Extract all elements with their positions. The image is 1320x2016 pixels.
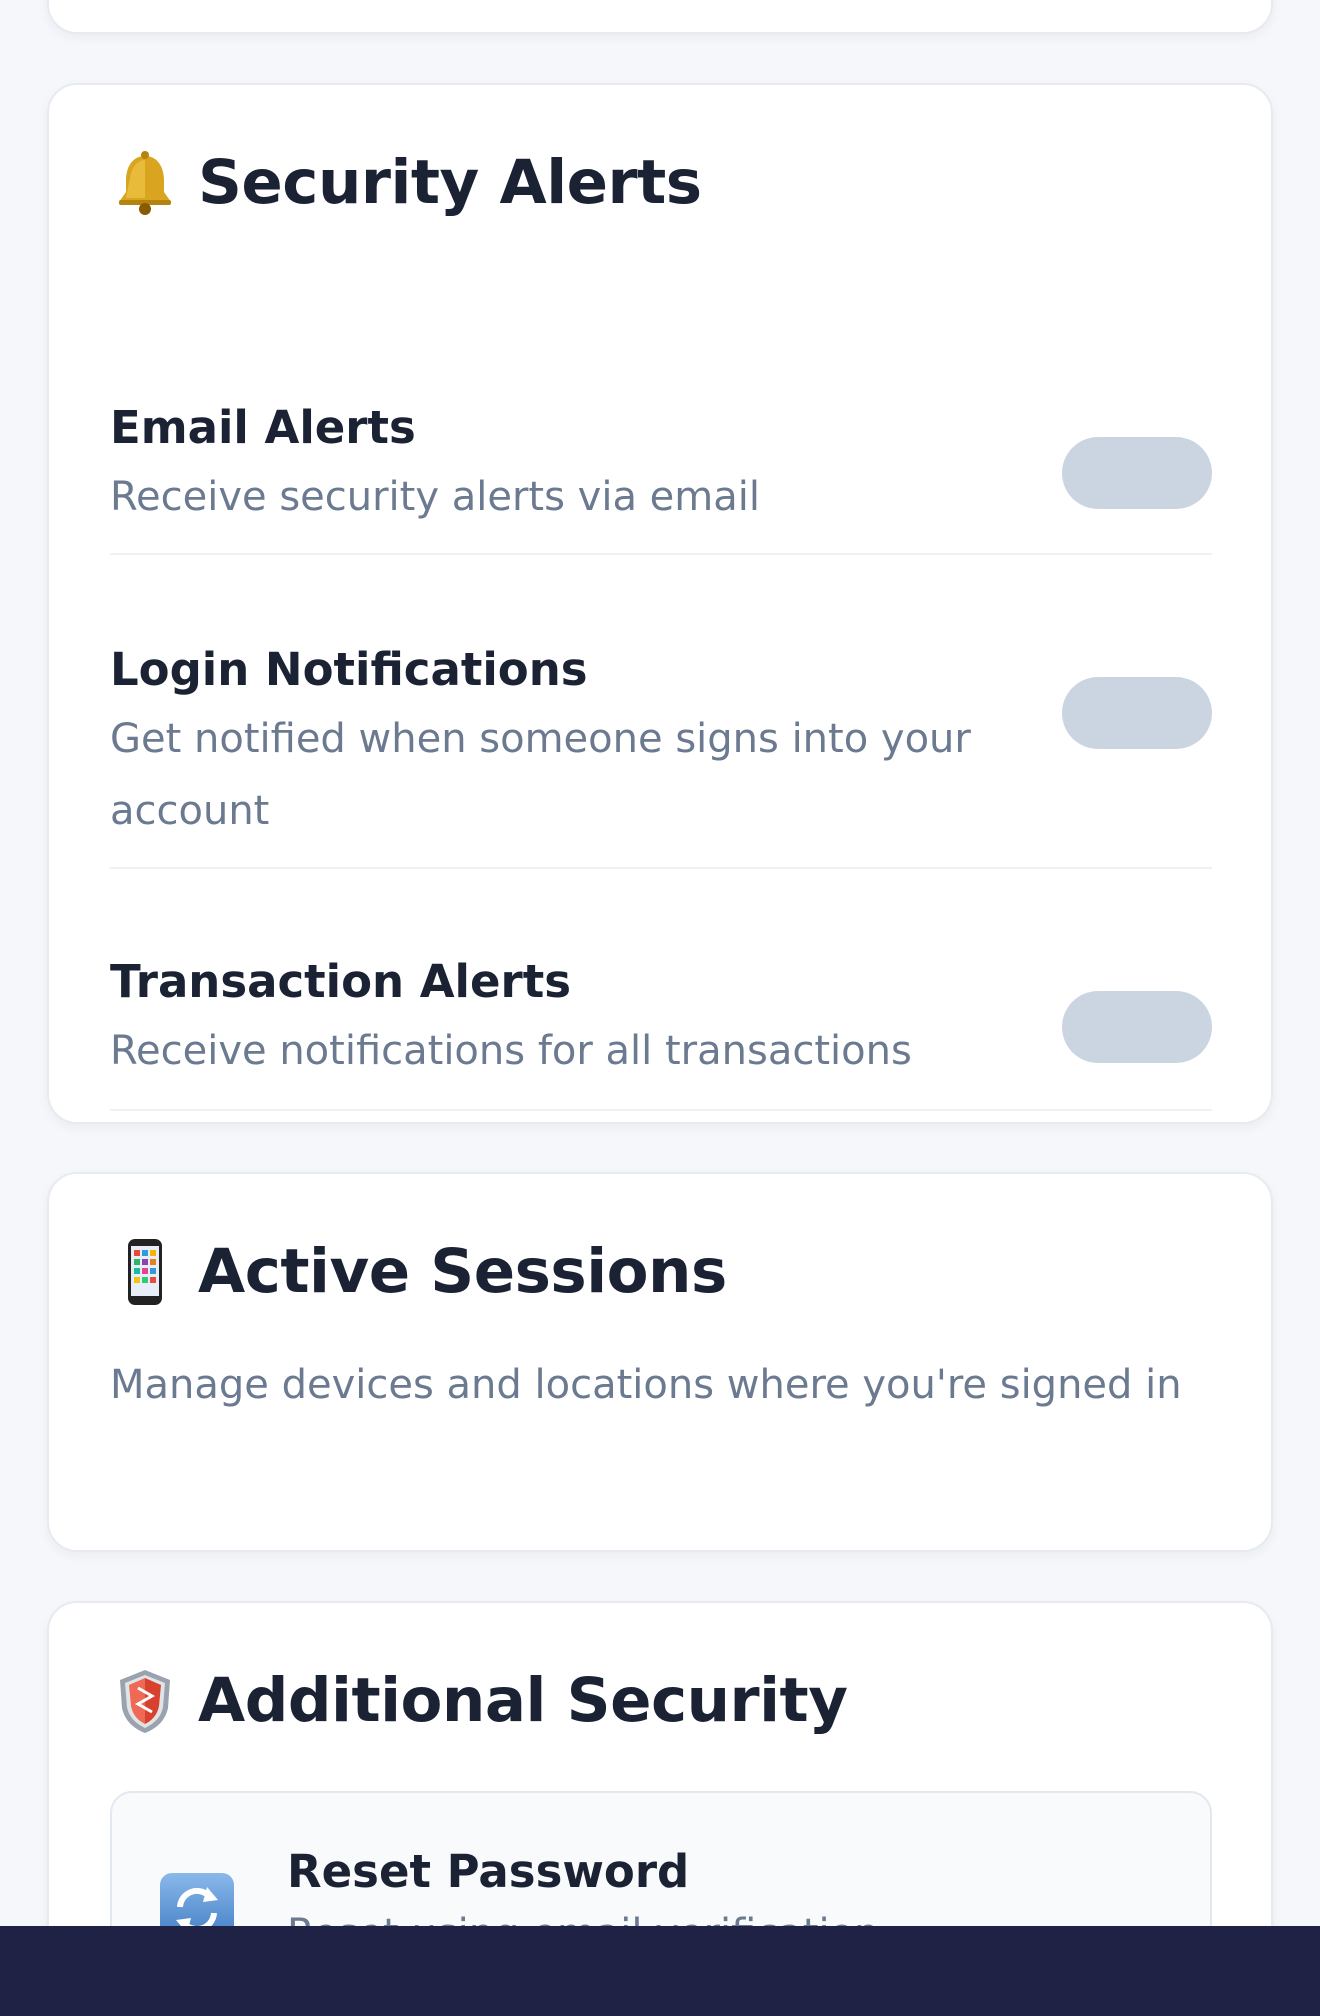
section-title-text: Additional Security xyxy=(198,1665,848,1736)
previous-card xyxy=(47,0,1273,34)
section-title-text: Security Alerts xyxy=(198,147,702,218)
email-alerts-toggle[interactable] xyxy=(1062,437,1212,509)
transaction-alerts-toggle[interactable] xyxy=(1062,991,1212,1063)
bell-icon xyxy=(119,150,171,215)
setting-label: Transaction Alerts xyxy=(110,955,571,1008)
active-sessions-title: Active Sessions xyxy=(110,1236,727,1307)
setting-label: Email Alerts xyxy=(110,401,416,454)
bottom-navigation-bar xyxy=(0,1926,1320,2016)
setting-description: Receive security alerts via email xyxy=(110,474,760,520)
shield-icon xyxy=(120,1669,170,1733)
mobile-phone-icon xyxy=(128,1238,162,1305)
setting-email-alerts: Email Alerts Receive security alerts via… xyxy=(110,315,1212,555)
setting-description: Get notified when someone signs into you… xyxy=(110,716,971,834)
setting-transaction-alerts: Transaction Alerts Receive notifications… xyxy=(110,871,1212,1111)
setting-login-notifications: Login Notifications Get notified when so… xyxy=(110,557,1212,869)
action-title: Reset Password xyxy=(287,1845,690,1898)
setting-label: Login Notifications xyxy=(110,643,588,696)
setting-description: Receive notifications for all transactio… xyxy=(110,1028,912,1074)
login-notifications-toggle[interactable] xyxy=(1062,677,1212,749)
security-alerts-title: Security Alerts xyxy=(110,147,702,218)
security-settings-page: Security Alerts Email Alerts Receive sec… xyxy=(0,0,1320,2016)
additional-security-title: Additional Security xyxy=(110,1665,848,1736)
section-title-text: Active Sessions xyxy=(198,1236,727,1307)
security-alerts-card: Security Alerts Email Alerts Receive sec… xyxy=(47,83,1273,1124)
active-sessions-card: Active Sessions Manage devices and locat… xyxy=(47,1172,1273,1552)
sessions-description: Manage devices and locations where you'r… xyxy=(110,1362,1182,1408)
